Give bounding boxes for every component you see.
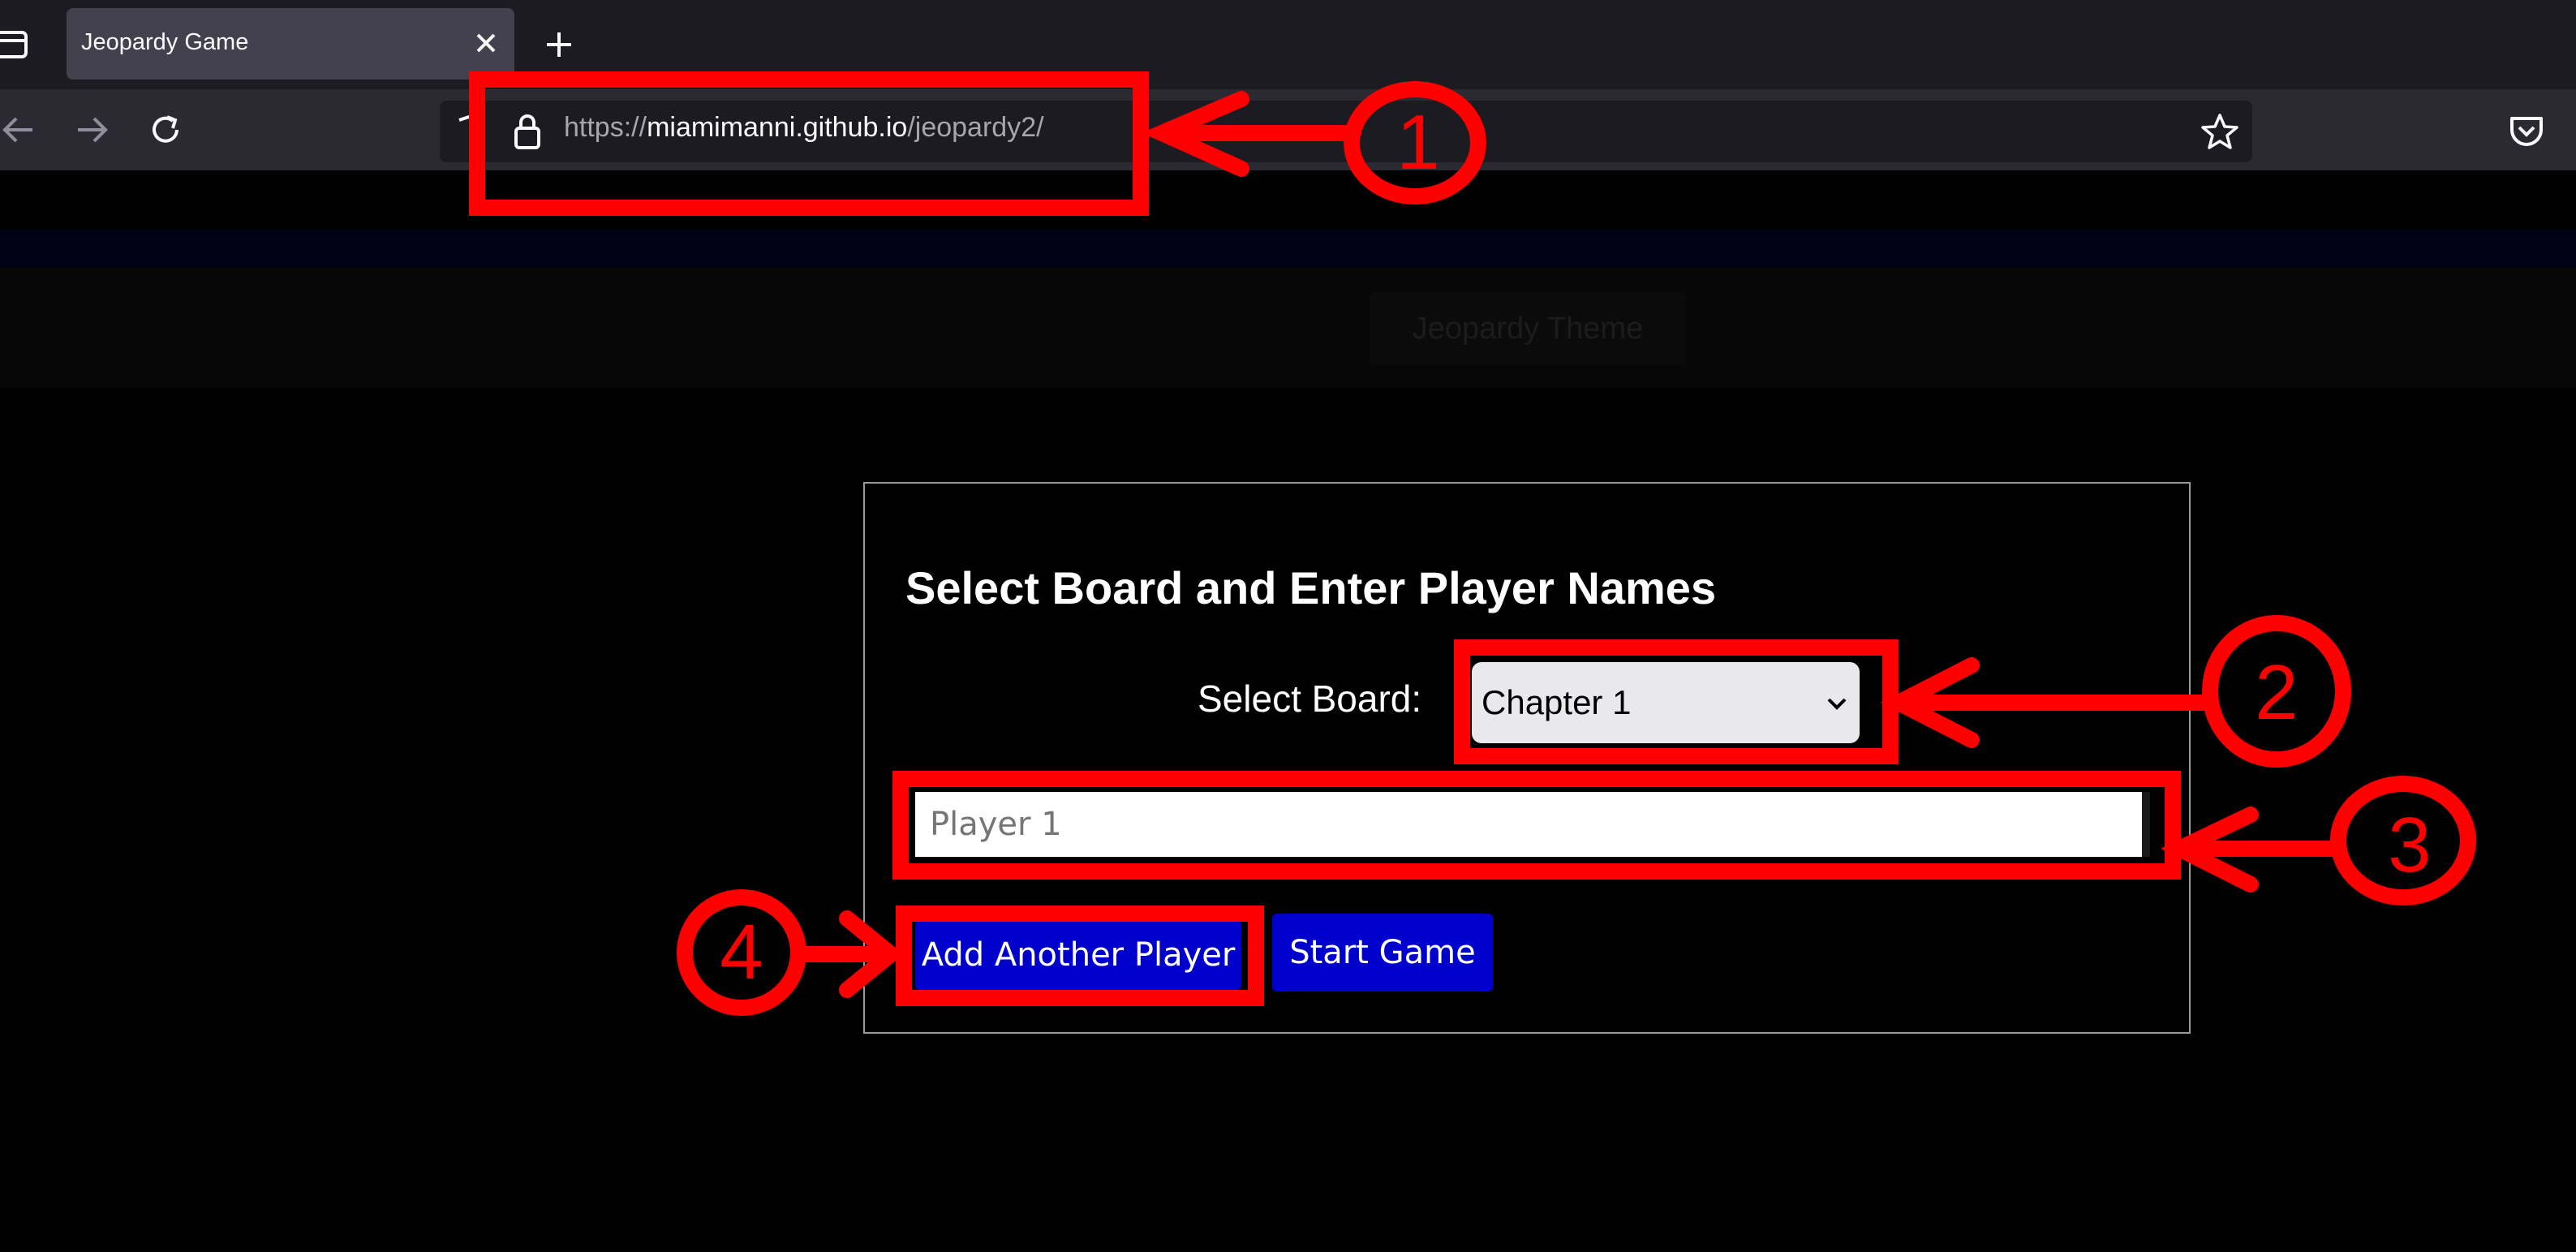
annotation-label-4: 4: [720, 909, 763, 996]
jeopardy-theme-button[interactable]: Jeopardy Theme: [1370, 292, 1686, 365]
tab-overview-icon[interactable]: [0, 28, 29, 60]
back-icon[interactable]: [0, 110, 39, 149]
select-board-label: Select Board:: [1198, 678, 1422, 720]
page-header-band: [0, 229, 2576, 268]
reload-icon[interactable]: [146, 110, 185, 149]
annotation-box-add-player: [896, 906, 1264, 1006]
new-tab-icon[interactable]: [539, 24, 579, 65]
annotation-label-3: 3: [2388, 802, 2431, 888]
annotation-label-2: 2: [2255, 649, 2298, 736]
pocket-icon[interactable]: [2507, 112, 2546, 151]
annotation-circle-3: [2330, 776, 2476, 906]
browser-tab[interactable]: Jeopardy Game: [67, 8, 514, 80]
annotation-circle-4: [677, 889, 806, 1016]
annotation-circle-2: [2202, 615, 2351, 768]
annotation-box-select: [1454, 639, 1899, 764]
setup-title: Select Board and Enter Player Names: [905, 562, 1717, 613]
forward-icon[interactable]: [73, 110, 112, 149]
close-tab-icon[interactable]: [466, 23, 506, 63]
bookmark-star-icon[interactable]: [2200, 112, 2239, 151]
tab-title: Jeopardy Game: [81, 29, 249, 55]
annotation-box-input: [892, 771, 2181, 880]
start-game-button[interactable]: Start Game: [1272, 914, 1493, 992]
page-nav-band: [0, 268, 2576, 388]
annotation-box-url: [469, 71, 1149, 216]
